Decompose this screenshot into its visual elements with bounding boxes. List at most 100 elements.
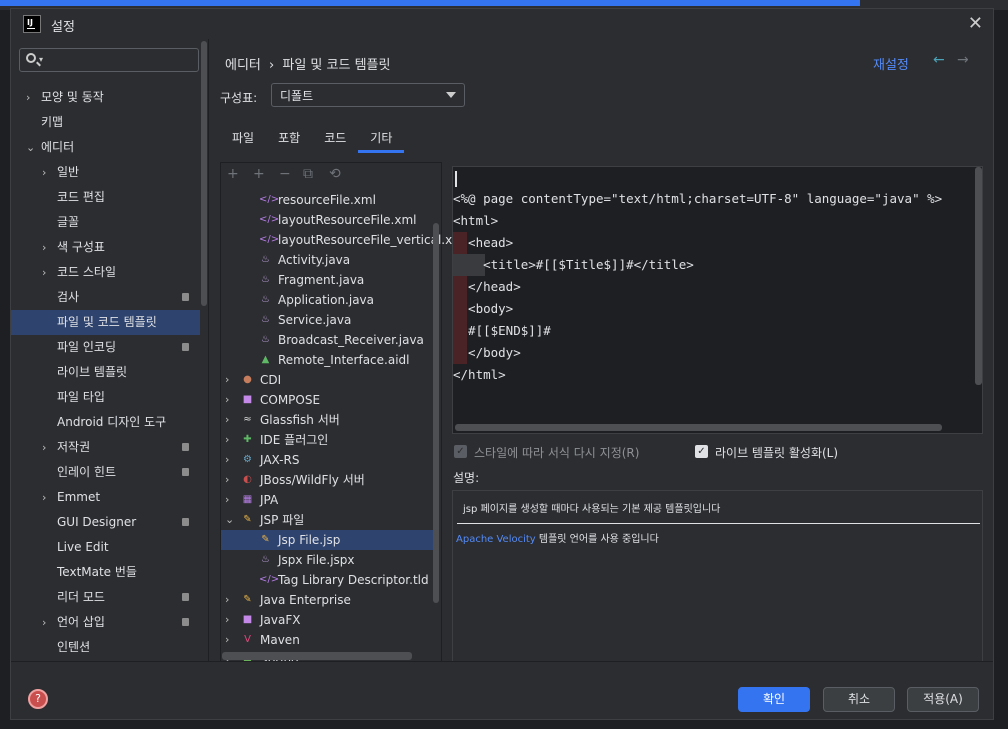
chevron-right-icon[interactable]: › bbox=[225, 430, 229, 450]
revert-icon[interactable]: ⟲ bbox=[329, 166, 341, 182]
chevron-right-icon[interactable]: › bbox=[225, 450, 229, 470]
java-icon: ♨ bbox=[261, 334, 270, 345]
template-item[interactable]: </> resourceFile.xml bbox=[221, 190, 433, 210]
help-icon[interactable]: ? bbox=[28, 689, 48, 709]
chevron-right-icon[interactable]: › bbox=[42, 435, 46, 460]
sidebar-item[interactable]: 키맵 bbox=[11, 110, 200, 135]
search-input[interactable]: ▾ bbox=[19, 48, 199, 72]
chevron-right-icon[interactable]: › bbox=[42, 485, 46, 510]
sidebar-item-label: GUI Designer bbox=[57, 515, 137, 529]
template-item[interactable]: ♨ Fragment.java bbox=[221, 270, 433, 290]
sidebar-item[interactable]: 글꼴 bbox=[11, 210, 200, 235]
velocity-link[interactable]: Apache Velocity bbox=[456, 534, 536, 545]
template-group[interactable]: › ⚙ JAX-RS bbox=[221, 450, 433, 470]
template-item[interactable]: </> layoutResourceFile.xml bbox=[221, 210, 433, 230]
sidebar-item[interactable]: 리더 모드 bbox=[11, 585, 200, 610]
jsp-icon: ✎ bbox=[261, 534, 270, 545]
tab-4[interactable]: 기타 bbox=[358, 125, 405, 153]
breadcrumb-editor[interactable]: 에디터 bbox=[225, 58, 261, 73]
template-item[interactable]: ♨ Application.java bbox=[221, 290, 433, 310]
scheme-select[interactable]: 디폴트 bbox=[271, 83, 465, 107]
back-arrow-icon[interactable]: ← bbox=[933, 52, 945, 68]
close-icon[interactable]: ✕ bbox=[968, 13, 983, 34]
sidebar-item[interactable]: 코드 편집 bbox=[11, 185, 200, 210]
apply-button[interactable]: 적용(A) bbox=[907, 687, 979, 712]
template-group[interactable]: › ● CDI bbox=[221, 370, 433, 390]
copy-icon[interactable]: ⧉ bbox=[303, 166, 313, 182]
template-item[interactable]: ♨ Jspx File.jspx bbox=[221, 550, 433, 570]
template-list-hscrollbar[interactable] bbox=[222, 652, 412, 660]
sidebar-item[interactable]: ⌄ 에디터 bbox=[11, 135, 200, 160]
sidebar-item[interactable]: 인텐션 bbox=[11, 635, 200, 660]
tab-2[interactable]: 포함 bbox=[266, 125, 312, 153]
chevron-down-icon[interactable]: ⌄ bbox=[26, 135, 35, 160]
sidebar-scrollbar[interactable] bbox=[200, 39, 208, 661]
sidebar-item[interactable]: TextMate 번들 bbox=[11, 560, 200, 585]
sidebar-item[interactable]: 라이브 템플릿 bbox=[11, 360, 200, 385]
chevron-right-icon[interactable]: › bbox=[225, 610, 229, 630]
template-group[interactable]: ⌄ ✎ JSP 파일 bbox=[221, 510, 433, 530]
app-logo-icon: IJ bbox=[23, 15, 41, 33]
sidebar-item[interactable]: › 저작권 bbox=[11, 435, 200, 460]
sidebar-item[interactable]: › Emmet bbox=[11, 485, 200, 510]
cancel-button[interactable]: 취소 bbox=[823, 687, 895, 712]
chevron-right-icon[interactable]: › bbox=[225, 390, 229, 410]
sidebar-item[interactable]: 파일 및 코드 템플릿 bbox=[11, 310, 200, 335]
template-group[interactable]: › ▦ JPA bbox=[221, 490, 433, 510]
chevron-right-icon[interactable]: › bbox=[42, 160, 46, 185]
template-group[interactable]: › ✚ IDE 플러그인 bbox=[221, 430, 433, 450]
remove-icon[interactable]: − bbox=[279, 166, 291, 182]
tab-1[interactable]: 파일 bbox=[220, 125, 266, 153]
template-item[interactable]: ♨ Activity.java bbox=[221, 250, 433, 270]
chevron-right-icon[interactable]: › bbox=[42, 235, 46, 260]
chevron-right-icon[interactable]: › bbox=[225, 370, 229, 390]
editor-vscrollbar[interactable] bbox=[975, 167, 982, 385]
template-group[interactable]: › ≈ Glassfish 서버 bbox=[221, 410, 433, 430]
template-item[interactable]: </> Tag Library Descriptor.tld bbox=[221, 570, 433, 590]
sidebar-item[interactable]: 파일 타입 bbox=[11, 385, 200, 410]
template-editor[interactable]: <%@ page contentType="text/html;charset=… bbox=[452, 166, 983, 434]
sidebar-item[interactable]: › 모양 및 동작 bbox=[11, 85, 200, 110]
sidebar-item[interactable]: 파일 인코딩 bbox=[11, 335, 200, 360]
chevron-right-icon[interactable]: › bbox=[225, 630, 229, 650]
sidebar-item[interactable]: › 일반 bbox=[11, 160, 200, 185]
template-item[interactable]: ✎ Jsp File.jsp bbox=[221, 530, 433, 550]
sidebar-item[interactable]: GUI Designer bbox=[11, 510, 200, 535]
sidebar-item[interactable]: Live Edit bbox=[11, 535, 200, 560]
sidebar-item[interactable]: › 코드 스타일 bbox=[11, 260, 200, 285]
chevron-right-icon[interactable]: › bbox=[225, 490, 229, 510]
template-list-vscrollbar[interactable] bbox=[433, 223, 439, 603]
forward-arrow-icon[interactable]: → bbox=[957, 52, 969, 68]
template-item[interactable]: ♨ Service.java bbox=[221, 310, 433, 330]
template-group[interactable]: › ✎ Java Enterprise bbox=[221, 590, 433, 610]
template-group[interactable]: › ■ JavaFX bbox=[221, 610, 433, 630]
template-item-label: Jsp File.jsp bbox=[278, 533, 341, 547]
reset-link[interactable]: 재설정 bbox=[873, 54, 909, 73]
template-list: </> resourceFile.xml </> layoutResourceFile… bbox=[221, 190, 467, 670]
chevron-right-icon[interactable]: › bbox=[26, 85, 30, 110]
chevron-down-icon[interactable]: ⌄ bbox=[225, 510, 234, 530]
jpa-icon: ▦ bbox=[242, 494, 253, 505]
template-group[interactable]: › V Maven bbox=[221, 630, 433, 650]
tab-3[interactable]: 코드 bbox=[312, 125, 358, 153]
add-icon[interactable]: + bbox=[227, 166, 239, 182]
template-group[interactable]: › ■ COMPOSE bbox=[221, 390, 433, 410]
sidebar-item[interactable]: 인레이 힌트 bbox=[11, 460, 200, 485]
sidebar-item[interactable]: Android 디자인 도구 bbox=[11, 410, 200, 435]
sidebar-item-label: Live Edit bbox=[57, 540, 109, 554]
chevron-right-icon[interactable]: › bbox=[42, 260, 46, 285]
template-item[interactable]: ▲ Remote_Interface.aidl bbox=[221, 350, 433, 370]
add-child-icon[interactable]: + bbox=[253, 166, 265, 182]
ok-button[interactable]: 확인 bbox=[738, 687, 810, 712]
chevron-right-icon[interactable]: › bbox=[225, 470, 229, 490]
chevron-right-icon[interactable]: › bbox=[225, 590, 229, 610]
template-item[interactable]: ♨ Broadcast_Receiver.java bbox=[221, 330, 433, 350]
sidebar-item[interactable]: › 색 구성표 bbox=[11, 235, 200, 260]
editor-hscrollbar[interactable] bbox=[455, 424, 942, 431]
chevron-right-icon[interactable]: › bbox=[225, 410, 229, 430]
sidebar-item[interactable]: 검사 bbox=[11, 285, 200, 310]
template-group[interactable]: › ◐ JBoss/WildFly 서버 bbox=[221, 470, 433, 490]
sidebar-item[interactable]: › 언어 삽입 bbox=[11, 610, 200, 635]
chevron-right-icon[interactable]: › bbox=[42, 610, 46, 635]
template-item[interactable]: </> layoutResourceFile_vertical.xml bbox=[221, 230, 467, 250]
